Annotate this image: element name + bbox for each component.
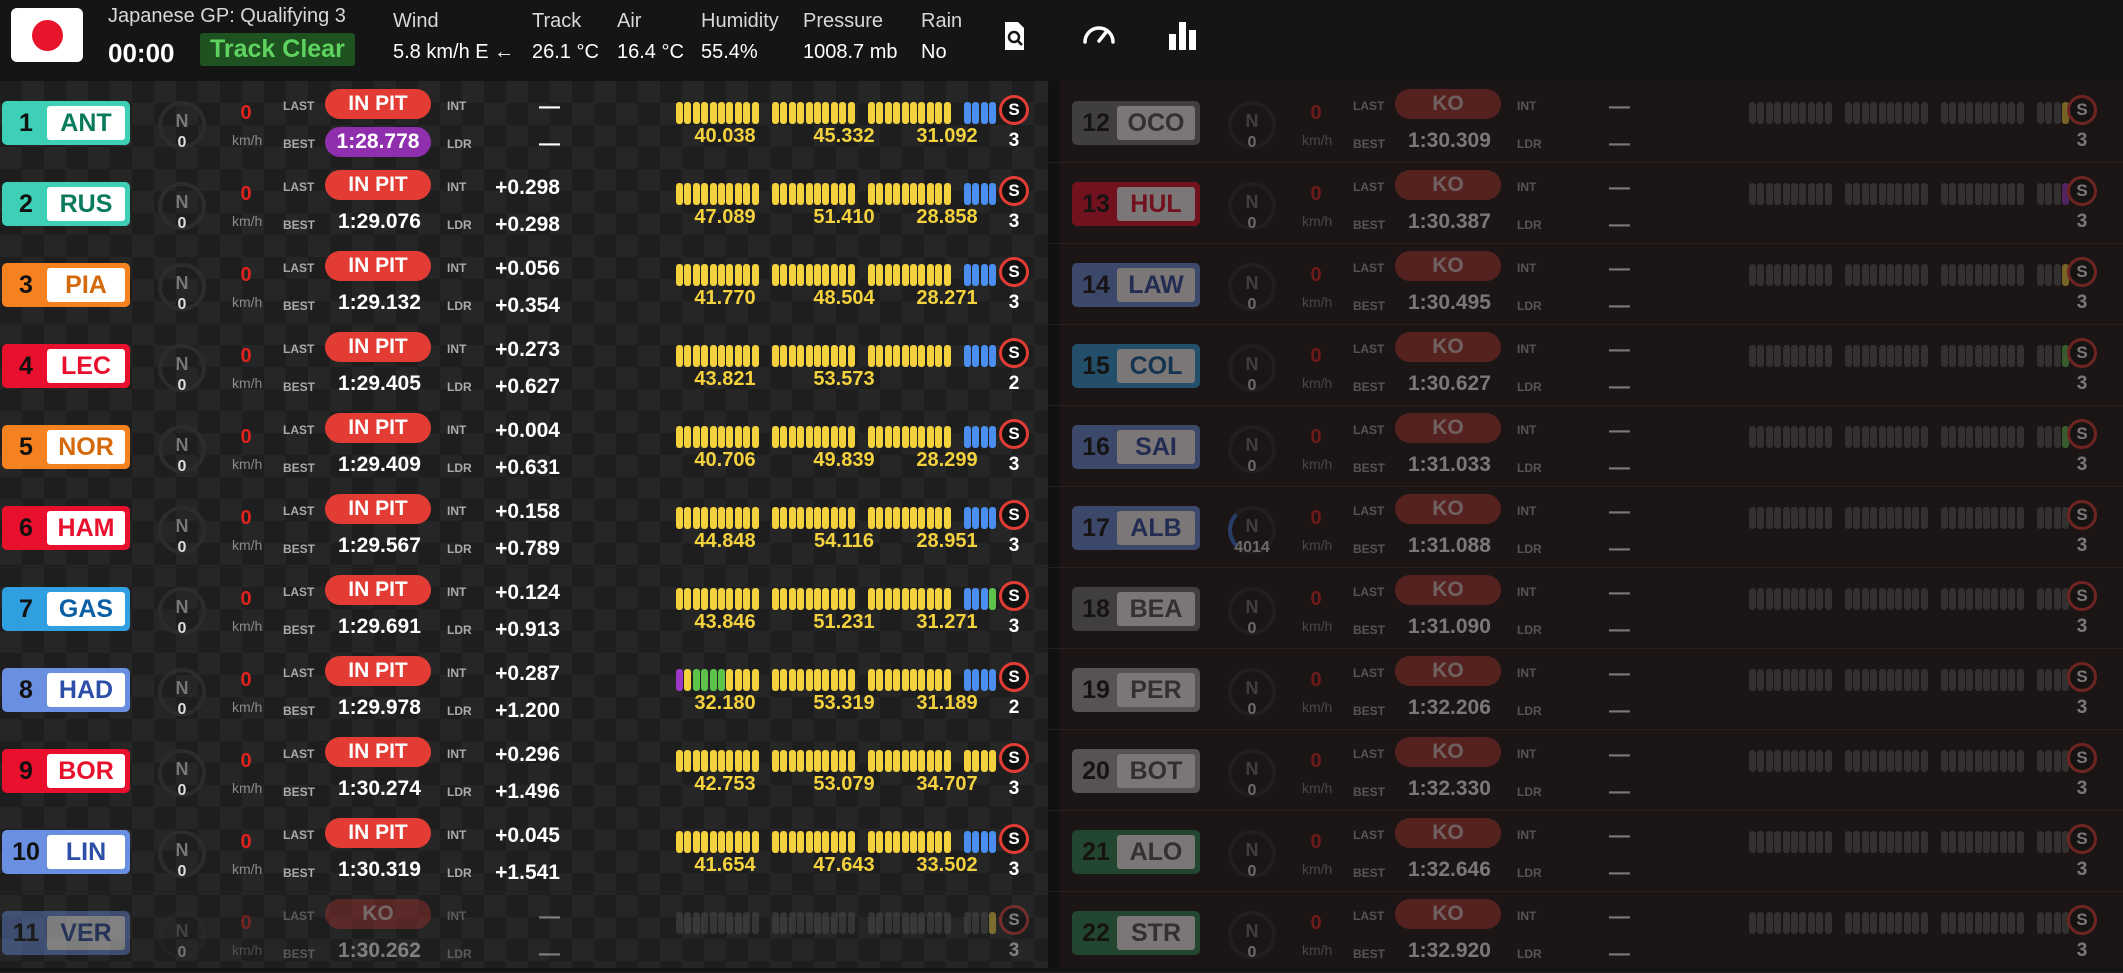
track-temp-label: Track [532,10,582,32]
mini-sector [1999,912,2007,934]
gear-indicator: N [1245,921,1259,941]
mini-sector [1887,912,1894,934]
mini-sector [1974,912,1982,934]
mini-sector-bars [1749,912,2070,934]
position-number: 22 [1082,919,1110,947]
mini-sector [2008,912,2016,934]
driver-row[interactable]: 22 STR N 0 0 km/h LAST BEST KO 1:32.920 INT LDR — — S 3 [0,891,2123,973]
mini-sector [1941,912,1948,934]
mini-sector [1957,912,1965,934]
mini-sector [1853,912,1861,934]
lap-status-pill: KO [1395,899,1501,929]
track-temp-value: 26.1 °C [532,41,599,63]
pressure-label: Pressure [803,10,884,32]
mini-sector [2045,912,2053,934]
mini-sector [1949,912,1957,934]
mini-sector [1757,912,1765,934]
top-bar: Japanese GP: Qualifying 3 00:00 Track Cl… [0,0,2123,78]
driver-code: STR [1117,916,1195,950]
mini-sector [1878,912,1886,934]
mini-sector [1903,912,1911,934]
right-row-holder: 12 OCO N 0 0 km/h LAST BEST KO 1:30.309 INT LDR — — S 3… [0,81,2123,973]
driver-position-badge[interactable]: 22 STR [1072,911,1200,955]
mini-sector [2037,912,2044,934]
air-temp-value: 16.4 °C [617,41,684,63]
mini-sector [1912,912,1920,934]
wind-value: 5.8 km/h E ← [393,41,515,63]
mini-sector [1966,912,1974,934]
search-document-icon[interactable] [994,16,1034,56]
mini-sector [1991,912,1999,934]
mini-sector [1791,912,1798,934]
last-lap-label: LAST [1353,909,1385,923]
best-lap-time: 1:32.920 [1408,939,1491,962]
leader-gap-label: LDR [1517,947,1542,961]
mini-sector [2016,912,2024,934]
mini-sector [1774,912,1782,934]
mini-sector [1861,912,1869,934]
tyre-laps: 3 [2076,940,2088,961]
best-lap-label: BEST [1353,947,1386,961]
rpm-value: 0 [1247,944,1257,961]
rain-value: No [921,41,947,63]
mini-sector [1799,912,1807,934]
row-content: 22 STR N 0 0 km/h LAST BEST KO 1:32.920 INT LDR — — S 3 [0,891,2123,972]
interval-label: INT [1517,909,1537,923]
mini-sector [1807,912,1815,934]
mini-sector [1749,912,1756,934]
humidity-label: Humidity [701,10,779,32]
mini-sector [1845,912,1852,934]
leaderboard-right: 12 OCO N 0 0 km/h LAST BEST KO 1:30.309 INT LDR — — S 3… [0,81,2123,973]
mini-sector [2053,912,2061,934]
gear-gauge: N0 [1228,911,1276,961]
speed-unit: km/h [1302,942,1333,958]
rain-label: Rain [921,10,963,32]
mini-sector [1765,912,1773,934]
air-temp-label: Air [617,10,642,32]
mini-sector [1824,912,1832,934]
tyre-compound-icon: S [2067,905,2097,935]
right-row-layer: 22 STR N 0 0 km/h LAST BEST KO 1:32.920 INT LDR — — S 3 [0,81,2123,973]
mini-sector [1870,912,1878,934]
speed-value: 0 [1310,912,1322,934]
speedometer-icon[interactable] [1079,16,1119,56]
mini-sector [1816,912,1824,934]
humidity-value: 55.4% [701,41,758,63]
mini-sector [1920,912,1928,934]
mini-sector [1895,912,1903,934]
wind-label: Wind [393,10,439,32]
interval-value: — [1609,905,1630,928]
leader-gap-value: — [1609,942,1630,965]
pressure-value: 1008.7 mb [803,41,898,63]
session-title: Japanese GP: Qualifying 3 [108,5,346,27]
mini-sector [1782,912,1790,934]
bar-chart-icon[interactable] [1163,16,1203,56]
track-status-badge: Track Clear [200,33,355,66]
mini-sector [1983,912,1990,934]
japan-flag-icon [11,8,83,62]
session-clock: 00:00 [108,38,175,68]
